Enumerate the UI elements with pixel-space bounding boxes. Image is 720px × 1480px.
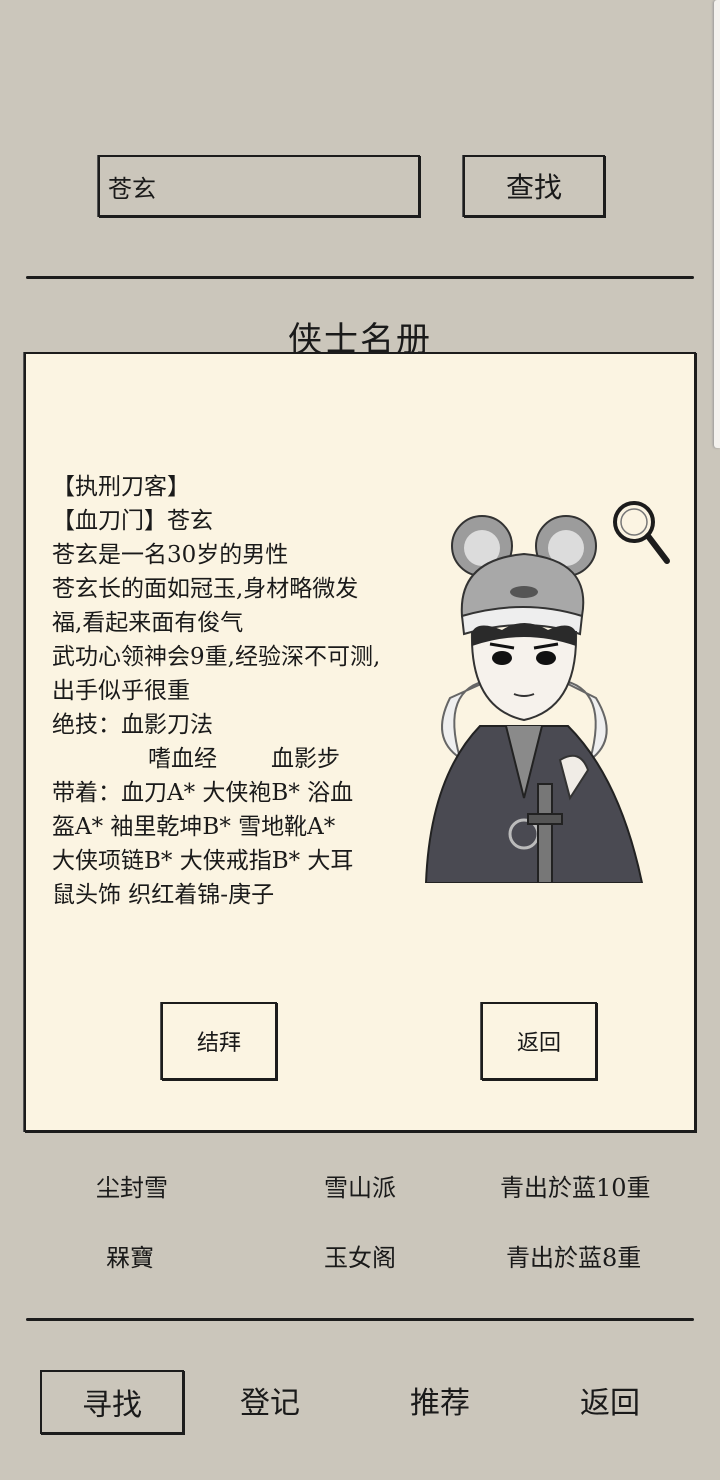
- scrollbar-thumb[interactable]: [714, 0, 720, 448]
- profile-info: 【执刑刀客】 【血刀门】苍玄 苍玄是一名30岁的男性 苍玄长的面如冠玉,身材略微…: [52, 470, 392, 912]
- equip-line: 盔A* 袖里乾坤B* 雪地靴A*: [52, 814, 336, 840]
- list-item-level: 青出於蓝8重: [506, 1244, 642, 1272]
- sworn-brother-button[interactable]: 结拜: [161, 1002, 277, 1080]
- search-input[interactable]: 苍玄: [98, 155, 420, 217]
- divider-bottom: [26, 1318, 694, 1321]
- list-item-sect: 玉女阁: [324, 1244, 396, 1272]
- profile-line: 苍玄是一名30岁的男性: [52, 542, 289, 568]
- list-item-sect: 雪山派: [324, 1174, 396, 1202]
- search-input-value: 苍玄: [108, 174, 156, 203]
- skill-item: 血影步: [271, 746, 340, 772]
- profile-line: 出手似乎很重: [52, 678, 190, 704]
- list-item-name: 尘封雪: [96, 1174, 168, 1202]
- hero-portrait: [424, 515, 644, 883]
- card-back-button[interactable]: 返回: [481, 1002, 597, 1080]
- nav-find[interactable]: 寻找: [40, 1370, 184, 1434]
- profile-line: 绝技：血影刀法: [52, 712, 213, 738]
- equip-line: 大侠项链B* 大侠戒指B* 大耳: [52, 848, 354, 874]
- equip-line: 鼠头饰 织红着锦-庚子: [52, 882, 275, 908]
- nav-register[interactable]: 登记: [200, 1370, 340, 1430]
- profile-skills-extra: 嗜血经 血影步: [52, 742, 392, 776]
- divider-top: [26, 276, 694, 279]
- equip-line: 带着：血刀A* 大侠袍B* 浴血: [52, 780, 354, 806]
- profile-line: 【执刑刀客】: [52, 474, 190, 500]
- skill-item: 嗜血经: [148, 746, 217, 772]
- profile-line: 【血刀门】苍玄: [52, 508, 213, 534]
- profile-line: 武功心领神会9重,经验深不可测,: [52, 644, 381, 670]
- nav-back[interactable]: 返回: [540, 1370, 680, 1430]
- page-title: 侠士名册: [288, 320, 432, 354]
- profile-line: 福,看起来面有俊气: [52, 610, 244, 636]
- search-button[interactable]: 查找: [463, 155, 605, 217]
- list-item-name: 槑寶: [106, 1244, 154, 1272]
- list-item-level: 青出於蓝10重: [500, 1174, 651, 1202]
- nav-recommend[interactable]: 推荐: [370, 1370, 510, 1430]
- profile-line: 苍玄长的面如冠玉,身材略微发: [52, 576, 359, 602]
